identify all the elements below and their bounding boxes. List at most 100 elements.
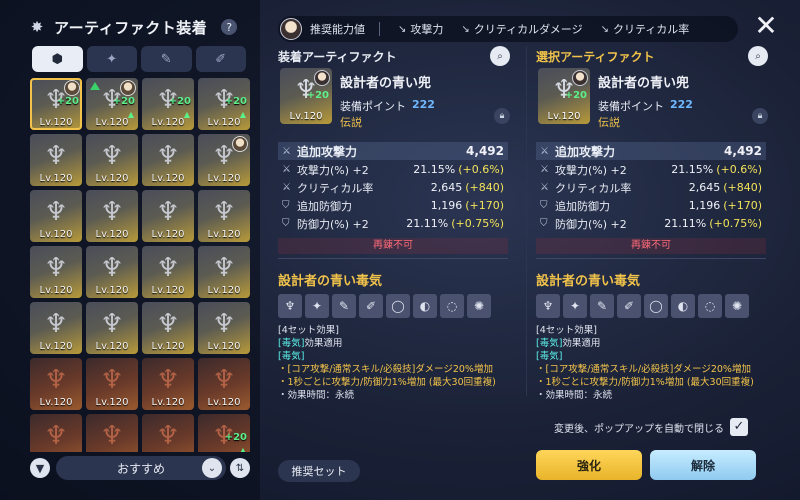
- recommended-set-button[interactable]: 推奨セット: [278, 460, 360, 482]
- sort-select[interactable]: おすすめ: [56, 456, 226, 480]
- tab-armor[interactable]: ✦: [86, 46, 137, 72]
- necklace-icon: ◯: [391, 299, 405, 313]
- set-piece-slot[interactable]: ♆: [278, 294, 302, 318]
- inventory-slot[interactable]: ♆+20▲Lv.120: [86, 78, 138, 130]
- level-label: Lv.120: [207, 117, 241, 128]
- set-piece-slot[interactable]: ◐: [413, 294, 437, 318]
- set-piece-slot[interactable]: ◌: [440, 294, 464, 318]
- set-piece-slot[interactable]: ◯: [644, 294, 668, 318]
- set-piece-slot[interactable]: ✎: [590, 294, 614, 318]
- inventory-slot[interactable]: ♆Lv.120: [30, 358, 82, 410]
- effect-line: ・効果時間：永続: [536, 390, 613, 401]
- artifact-icon: ♆: [100, 365, 124, 395]
- zoom-button[interactable]: ⌕: [748, 46, 768, 66]
- inventory-slot[interactable]: ♆Lv.120: [142, 190, 194, 242]
- tool-icon: ✐: [215, 51, 227, 67]
- shield-icon: ⛉: [540, 218, 548, 229]
- inventory-slot[interactable]: ♆Lv.120: [198, 302, 250, 354]
- set-piece-slot[interactable]: ✐: [617, 294, 641, 318]
- inventory-slot[interactable]: ♆Lv.120: [198, 358, 250, 410]
- effect-suffix: 効果適用: [562, 338, 601, 349]
- points-label: 装備ポイント: [598, 100, 664, 113]
- stat-bonus: (+0.6%): [716, 163, 762, 176]
- inventory-slot[interactable]: ♆Lv.120: [86, 414, 138, 452]
- inventory-slot[interactable]: ♆Lv.120: [198, 246, 250, 298]
- bracelet-icon: ◐: [677, 299, 689, 313]
- sub-stat-row: ⛉ 追加防御力 1,196 (+170): [278, 197, 508, 214]
- sub-stat-row: ⛉ 追加防御力 1,196 (+170): [536, 197, 766, 214]
- artifact-name: 設計者の青い兜: [598, 76, 690, 91]
- release-button[interactable]: 解除: [650, 450, 756, 480]
- inventory-slot[interactable]: ♆Lv.120: [86, 134, 138, 186]
- avatar: [232, 136, 248, 152]
- stat-bonus: (+0.75%): [709, 217, 762, 230]
- avatar: [64, 80, 80, 96]
- artifact-card-icon[interactable]: ♆ +20 Lv.120: [280, 68, 332, 124]
- inventory-slot[interactable]: ♆Lv.120: [142, 358, 194, 410]
- inventory-slot[interactable]: ♆ +20 Lv.120: [30, 78, 82, 130]
- inventory-slot[interactable]: ♆Lv.120: [198, 190, 250, 242]
- stat-label: 攻撃力(%) +2: [555, 163, 627, 177]
- sub-stat-row: ⚔ 攻撃力(%) +2 21.15% (+0.6%): [278, 161, 508, 178]
- help-button[interactable]: ?: [221, 19, 238, 35]
- inventory-slot[interactable]: ♆Lv.120: [30, 246, 82, 298]
- set-effect-applied: [毒気]効果適用: [278, 337, 518, 350]
- lock-button[interactable]: 🔒︎: [752, 108, 768, 124]
- set-piece-slot[interactable]: ✦: [305, 294, 329, 318]
- stat-value: 21.11%: [664, 217, 707, 230]
- tab-tool[interactable]: ✐: [195, 46, 246, 72]
- inventory-slot[interactable]: ♆Lv.120: [30, 302, 82, 354]
- inventory-slot[interactable]: ♆+20▲Lv.120: [198, 78, 250, 130]
- level-label: Lv.120: [95, 117, 129, 128]
- chevron-down-icon: ⌄: [207, 462, 217, 474]
- inventory-slot[interactable]: ♆Lv.120: [142, 302, 194, 354]
- recommended-stat: ↘ 攻撃力: [398, 21, 443, 37]
- tab-weapon[interactable]: ✎: [141, 46, 192, 72]
- divider: [526, 46, 527, 396]
- inventory-slot[interactable]: ♆Lv.120: [30, 190, 82, 242]
- set-piece-slot[interactable]: ♆: [536, 294, 560, 318]
- inventory-slot[interactable]: ♆Lv.120: [86, 358, 138, 410]
- gauntlet-icon: ✎: [338, 299, 350, 313]
- tab-artifact[interactable]: ⬢: [32, 46, 83, 72]
- set-piece-slot[interactable]: ◐: [671, 294, 695, 318]
- set-piece-slot[interactable]: ✦: [563, 294, 587, 318]
- inventory-slot[interactable]: ♆Lv.120: [86, 246, 138, 298]
- sort-dropdown-button[interactable]: ⌄: [202, 458, 222, 478]
- inventory-slot[interactable]: ♆Lv.120: [30, 134, 82, 186]
- inventory-slot[interactable]: ♆+20▲Lv.120: [142, 78, 194, 130]
- inventory-slot[interactable]: ♆Lv.120: [198, 134, 250, 186]
- inventory-slot[interactable]: ♆Lv.120: [86, 190, 138, 242]
- armor-icon: ✦: [569, 299, 581, 313]
- artifact-card-icon[interactable]: ♆ +20 Lv.120: [538, 68, 590, 124]
- close-button[interactable]: ✕: [752, 12, 780, 40]
- inventory-slot[interactable]: ♆Lv.120: [86, 302, 138, 354]
- set-piece-slot[interactable]: ✐: [359, 294, 383, 318]
- stat-label: 追加攻撃力: [297, 144, 358, 159]
- set-piece-slot[interactable]: ✺: [725, 294, 749, 318]
- inventory-slot[interactable]: ♆+20▲Lv.120: [198, 414, 250, 452]
- stat-bonus: (+170): [723, 199, 762, 212]
- inventory-slot[interactable]: ♆Lv.120: [142, 246, 194, 298]
- lock-button[interactable]: 🔒︎: [494, 108, 510, 124]
- stat-bonus: (+0.6%): [458, 163, 504, 176]
- filter-button[interactable]: ▼: [30, 458, 50, 478]
- set-piece-slot[interactable]: ◯: [386, 294, 410, 318]
- enhance-level: +20: [112, 96, 135, 107]
- inventory-slot[interactable]: ♆Lv.120: [142, 134, 194, 186]
- inventory-slot[interactable]: ♆Lv.120: [30, 414, 82, 452]
- crit-icon: ⚔: [282, 182, 291, 193]
- level-label: Lv.120: [207, 285, 241, 296]
- zoom-button[interactable]: ⌕: [490, 46, 510, 66]
- enhance-button[interactable]: 強化: [536, 450, 642, 480]
- set-piece-slot[interactable]: ✎: [332, 294, 356, 318]
- auto-close-checkbox[interactable]: ✓: [730, 418, 748, 436]
- inventory-slot[interactable]: ♆Lv.120: [142, 414, 194, 452]
- set-piece-slot[interactable]: ✺: [467, 294, 491, 318]
- set-title: 設計者の青い毒気: [278, 274, 383, 289]
- stat-value: 1,196: [688, 199, 721, 212]
- set-piece-slot[interactable]: ◌: [698, 294, 722, 318]
- level-label: Lv.120: [151, 341, 185, 352]
- sort-order-button[interactable]: ⇅: [230, 458, 250, 478]
- attack-icon: ⚔: [540, 145, 549, 157]
